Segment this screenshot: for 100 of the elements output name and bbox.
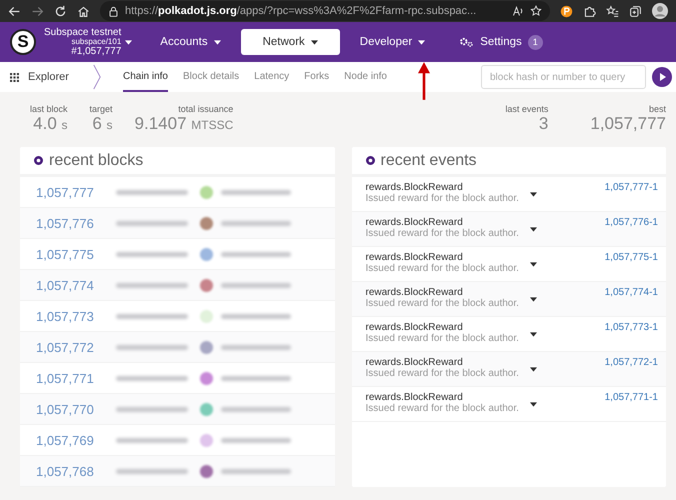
gears-icon	[459, 36, 474, 48]
event-link[interactable]: 1,057,772-1	[604, 357, 658, 368]
event-link[interactable]: 1,057,774-1	[604, 287, 658, 298]
expand-caret-icon[interactable]	[530, 332, 536, 337]
blurred-author-bar	[221, 252, 291, 256]
event-link[interactable]: 1,057,773-1	[604, 322, 658, 333]
chain-logo[interactable]: S	[10, 29, 36, 55]
stat-label: best	[648, 104, 666, 114]
menu-label: Accounts	[160, 36, 208, 48]
caret-icon	[310, 40, 318, 44]
stat-label: last block	[30, 104, 68, 114]
event-description: Issued reward for the block author.	[366, 228, 516, 239]
expand-caret-icon[interactable]	[530, 402, 536, 407]
section-label: Explorer	[28, 71, 69, 83]
block-number-link[interactable]: 1,057,774	[36, 278, 116, 292]
block-number-link[interactable]: 1,057,775	[36, 246, 116, 262]
reload-icon[interactable]	[54, 4, 67, 18]
read-aloud-icon[interactable]	[512, 5, 524, 17]
expand-caret-icon[interactable]	[530, 227, 536, 232]
blurred-author-bar	[221, 376, 291, 380]
block-number-link[interactable]: 1,057,770	[36, 402, 116, 416]
section-menu[interactable]: Explorer	[10, 71, 69, 83]
block-number-link[interactable]: 1,057,769	[36, 432, 116, 448]
event-link[interactable]: 1,057,771-1	[604, 392, 658, 403]
event-name: rewards.BlockReward	[366, 392, 464, 403]
stat-label: total issuance	[178, 104, 234, 114]
block-number-link[interactable]: 1,057,776	[36, 216, 116, 230]
event-description: Issued reward for the block author.	[366, 403, 516, 414]
blurred-hash-bar	[116, 406, 188, 412]
block-number-link[interactable]: 1,057,772	[36, 340, 116, 354]
collections-icon[interactable]	[629, 4, 642, 18]
stat-value: 1,057,777	[590, 114, 666, 134]
address-bar[interactable]: https://polkadot.js.org/apps/?rpc=wss%3A%2F%2Ffarm-rpc.subspac...	[100, 1, 550, 21]
blurred-author-bar	[221, 220, 291, 226]
chain-spec: subspace/101	[71, 38, 122, 46]
blurred-author-bar	[221, 314, 291, 318]
star-plus-icon[interactable]	[530, 5, 542, 17]
page-tab[interactable]: Block details	[183, 62, 240, 92]
expand-caret-icon[interactable]	[530, 367, 536, 372]
block-number-link[interactable]: 1,057,773	[36, 308, 116, 324]
block-number-link[interactable]: 1,057,771	[36, 370, 116, 386]
url-text: https://polkadot.js.org/apps/?rpc=wss%3A%2F%2Ffarm-rpc.subspac...	[125, 5, 478, 17]
caret-icon[interactable]	[125, 40, 132, 44]
page-tab[interactable]: Chain info	[122, 62, 168, 92]
lock-icon	[108, 6, 119, 16]
blurred-hash-bar	[116, 282, 188, 288]
event-name: rewards.BlockReward	[366, 252, 464, 263]
event-description: Issued reward for the block author.	[366, 263, 516, 274]
block-number-link[interactable]: 1,057,777	[36, 184, 116, 200]
blurred-hash-bar	[116, 438, 188, 442]
blurred-hash-bar	[116, 190, 188, 194]
page-tab[interactable]: Node info	[344, 62, 387, 92]
play-button-icon[interactable]	[652, 67, 672, 87]
menu-tab[interactable]: Accounts	[146, 29, 235, 55]
grid-icon	[10, 72, 19, 82]
chain-name: Subspace testnet	[44, 26, 122, 38]
blurred-hash-bar	[116, 376, 188, 380]
forward-icon[interactable]	[31, 4, 44, 18]
stat-label: last events	[505, 104, 548, 114]
event-description: Issued reward for the block author.	[366, 193, 516, 204]
event-name: rewards.BlockReward	[366, 322, 464, 333]
stat-value: 4.0 s	[33, 114, 68, 134]
back-icon[interactable]	[8, 4, 21, 18]
page-tab[interactable]: Latency	[254, 62, 290, 92]
blurred-hash-bar	[116, 468, 188, 474]
menu-tab[interactable]: Developer	[346, 29, 440, 55]
event-name: rewards.BlockReward	[366, 217, 464, 228]
extension-icon[interactable]	[560, 4, 573, 18]
card-title: recent events	[380, 152, 477, 170]
page-tab[interactable]: Forks	[304, 62, 330, 92]
home-icon[interactable]	[77, 4, 90, 18]
event-link[interactable]: 1,057,776-1	[604, 217, 658, 228]
annotation-arrow	[418, 60, 430, 102]
blurred-author-bar	[221, 438, 291, 442]
chevron-divider-icon	[92, 62, 101, 92]
expand-caret-icon[interactable]	[530, 297, 536, 302]
event-description: Issued reward for the block author.	[366, 298, 516, 309]
blurred-hash-bar	[116, 344, 188, 350]
favorites-icon[interactable]	[606, 4, 619, 18]
menu-tab[interactable]: Network	[240, 29, 340, 55]
stat-value: 9.1407 MTSSC	[134, 114, 234, 134]
event-name: rewards.BlockReward	[366, 357, 464, 368]
event-link[interactable]: 1,057,777-1	[604, 182, 658, 193]
expand-caret-icon[interactable]	[530, 262, 536, 267]
event-link[interactable]: 1,057,775-1	[604, 252, 658, 263]
event-name: rewards.BlockReward	[366, 287, 464, 298]
block-number-link[interactable]: 1,057,768	[36, 464, 116, 478]
caret-icon	[214, 40, 221, 44]
expand-caret-icon[interactable]	[530, 192, 536, 197]
menu-tab[interactable]: Settings 1	[445, 28, 557, 56]
stat-value: 3	[538, 114, 548, 134]
blurred-author-bar	[221, 282, 291, 288]
chain-block-number: #1,057,777	[71, 46, 122, 58]
search-field[interactable]: block hash or number to query	[481, 65, 646, 89]
menu-label: Developer	[360, 36, 412, 48]
caret-icon	[418, 40, 426, 44]
ring-icon	[34, 156, 43, 165]
puzzle-icon[interactable]	[583, 4, 596, 18]
profile-avatar-icon[interactable]	[652, 3, 668, 19]
ring-icon	[366, 156, 374, 165]
